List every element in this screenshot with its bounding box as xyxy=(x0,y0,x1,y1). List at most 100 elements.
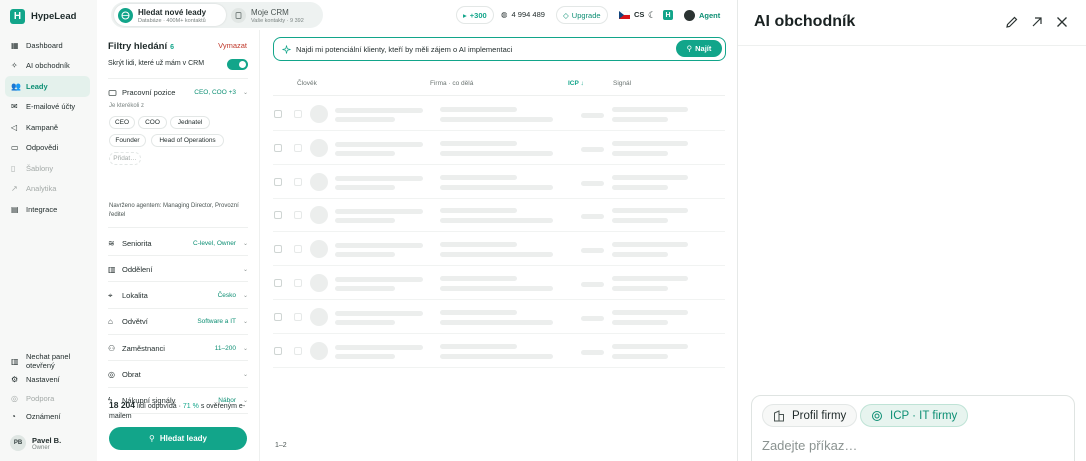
nav-item-users[interactable]: 👥 Leady xyxy=(5,76,90,97)
chevron-down-icon: ⌄ xyxy=(242,293,248,300)
nav-item-label: Integrace xyxy=(26,204,58,214)
row-checkbox-secondary[interactable] xyxy=(294,110,302,118)
filter-job-title[interactable]: Pracovní pozice CEO, COO +3 ⌄ xyxy=(108,86,248,98)
hide-crm-toggle[interactable] xyxy=(227,59,248,70)
filter-section[interactable]: ▥ Oddělení ⌄ xyxy=(108,263,248,275)
nav-item-bell[interactable]: ◔ Oznámení xyxy=(5,408,97,427)
chip-founder[interactable]: Founder xyxy=(109,134,146,147)
row-checkbox-secondary[interactable] xyxy=(294,346,302,355)
loading-placeholder xyxy=(612,117,668,122)
expand-icon[interactable] xyxy=(1030,15,1044,29)
loading-placeholder xyxy=(581,282,604,287)
brand[interactable]: H HypeLead xyxy=(10,9,76,24)
chevron-up-icon: ⌄ xyxy=(242,89,248,96)
close-icon[interactable] xyxy=(1055,15,1069,29)
nav-item-label: E-mailové účty xyxy=(26,102,76,112)
filter-section-label: Lokalita xyxy=(122,291,148,301)
row-checkbox[interactable] xyxy=(274,346,282,355)
upgrade-button[interactable]: ◇ Upgrade xyxy=(556,6,608,24)
row-checkbox-secondary[interactable] xyxy=(294,245,302,254)
row-checkbox[interactable] xyxy=(274,110,282,118)
edit-icon[interactable] xyxy=(1005,15,1019,29)
table-row[interactable] xyxy=(273,232,725,267)
row-checkbox[interactable] xyxy=(274,279,282,287)
nav-item-file[interactable]: ▯ Šablony xyxy=(5,158,90,179)
filter-section[interactable]: ⚇ Zaměstnanci 11–200 ⌄ xyxy=(108,342,248,354)
mode-new-leads[interactable]: Hledat nové leady Databáze · 400M+ konta… xyxy=(114,4,226,26)
chip-ceo[interactable]: CEO xyxy=(109,116,135,129)
nav-item-help[interactable]: ◎ Podpora xyxy=(5,389,97,408)
nav-item-inbox[interactable]: ▭ Odpovědi xyxy=(5,138,90,159)
row-checkbox[interactable] xyxy=(274,143,282,152)
col-person[interactable]: Člověk xyxy=(297,80,317,87)
table-row[interactable] xyxy=(273,97,725,131)
language-switch[interactable]: CS xyxy=(619,10,644,19)
search-leads-button[interactable]: ⚲ Hledat leady xyxy=(109,427,247,450)
nav-item-grid[interactable]: ▦ Dashboard xyxy=(5,35,90,56)
table-row[interactable] xyxy=(273,198,725,233)
row-checkbox-secondary[interactable] xyxy=(294,211,302,220)
table-row[interactable] xyxy=(273,266,725,300)
nav-item-chart[interactable]: ↗ Analytika xyxy=(5,179,90,200)
loading-placeholder xyxy=(440,218,553,224)
add-chip-button[interactable]: Přidat… xyxy=(109,152,141,165)
col-signal[interactable]: Signál xyxy=(613,80,631,87)
filter-section-value: Software a IT xyxy=(197,318,236,326)
avatar-placeholder xyxy=(310,172,328,191)
row-checkbox[interactable] xyxy=(274,245,282,254)
nav-item-label: Oznámení xyxy=(26,412,61,422)
chip-jednatel[interactable]: Jednatel xyxy=(170,116,210,129)
col-icp[interactable]: ICP ↓ xyxy=(568,80,584,87)
avatar-placeholder xyxy=(310,240,328,259)
nav-item-plug[interactable]: ▤ Integrace xyxy=(5,199,90,220)
any-of-label: Je kterékoli z xyxy=(109,103,145,109)
table-row[interactable] xyxy=(273,131,725,165)
row-checkbox[interactable] xyxy=(274,177,282,186)
filter-section[interactable]: ◎ Obrat ⌄ xyxy=(108,369,248,381)
divider xyxy=(108,281,248,283)
ai-search-text[interactable]: Najdi mi potenciální klienty, kteří by m… xyxy=(296,45,512,54)
results-percent: 71 % xyxy=(182,403,199,410)
loading-placeholder xyxy=(612,319,668,325)
moon-icon[interactable]: ☾ xyxy=(648,10,656,21)
user-profile[interactable]: PB Pavel B. Owner xyxy=(10,435,61,451)
nav-item-panel[interactable]: ▥ Nechat panel otevřený xyxy=(5,352,97,371)
agent-button[interactable]: Agent xyxy=(684,10,720,21)
row-checkbox[interactable] xyxy=(274,211,282,220)
row-checkbox-secondary[interactable] xyxy=(294,312,302,321)
credits-add-button[interactable]: ▸ +300 xyxy=(456,6,494,24)
filters-count: 6 xyxy=(170,44,175,51)
find-button[interactable]: ⚲ Najít xyxy=(676,40,722,57)
hubspot-icon[interactable]: H xyxy=(663,10,673,20)
row-checkbox-secondary[interactable] xyxy=(294,177,302,186)
ai-search-bar[interactable]: Najdi mi potenciální klienty, kteří by m… xyxy=(273,37,726,61)
mode-new-leads-sub: Databáze · 400M+ kontaktů xyxy=(138,18,206,24)
company-profile-chip[interactable]: Profil firmy xyxy=(762,404,858,427)
filter-section[interactable]: ≋ Seniorita C-level, Owner ⌄ xyxy=(108,237,248,249)
chip-coo[interactable]: COO xyxy=(138,116,167,129)
filter-section-value: 11–200 xyxy=(214,344,236,352)
row-checkbox-secondary[interactable] xyxy=(294,143,302,152)
icp-chip[interactable]: ICP · IT firmy xyxy=(860,404,969,427)
nav-item-sparkle[interactable]: ✧ AI obchodník xyxy=(5,56,90,77)
row-checkbox-secondary[interactable] xyxy=(294,279,302,287)
table-row[interactable] xyxy=(273,300,725,334)
agent-suggestion: Navrženo agentem: Managing Director, Pro… xyxy=(109,203,239,218)
filters-title-text: Filtry hledání xyxy=(108,41,168,52)
command-input[interactable]: Zadejte příkaz… xyxy=(762,438,857,453)
filter-section[interactable]: ⌖ Lokalita Česko ⌄ xyxy=(108,290,248,302)
loading-placeholder xyxy=(612,107,688,112)
table-row[interactable] xyxy=(273,334,725,368)
table-row[interactable] xyxy=(273,165,725,199)
row-checkbox[interactable] xyxy=(274,312,282,321)
nav-item-label: Šablony xyxy=(26,163,54,173)
nav-item-mail[interactable]: ✉ E-mailové účty xyxy=(5,97,90,118)
col-company[interactable]: Firma · co dělá xyxy=(430,80,473,87)
avatar-placeholder xyxy=(310,274,328,292)
clear-filters-button[interactable]: Vymazat xyxy=(218,41,247,50)
chip-head-of-operations[interactable]: Head of Operations xyxy=(151,134,224,147)
nav-item-gear[interactable]: ⚙ Nastavení xyxy=(5,371,97,390)
filter-section[interactable]: ⌂ Odvětví Software a IT ⌄ xyxy=(108,316,248,328)
loading-placeholder xyxy=(440,242,517,248)
nav-item-megaphone[interactable]: ◁ Kampaně xyxy=(5,117,90,138)
